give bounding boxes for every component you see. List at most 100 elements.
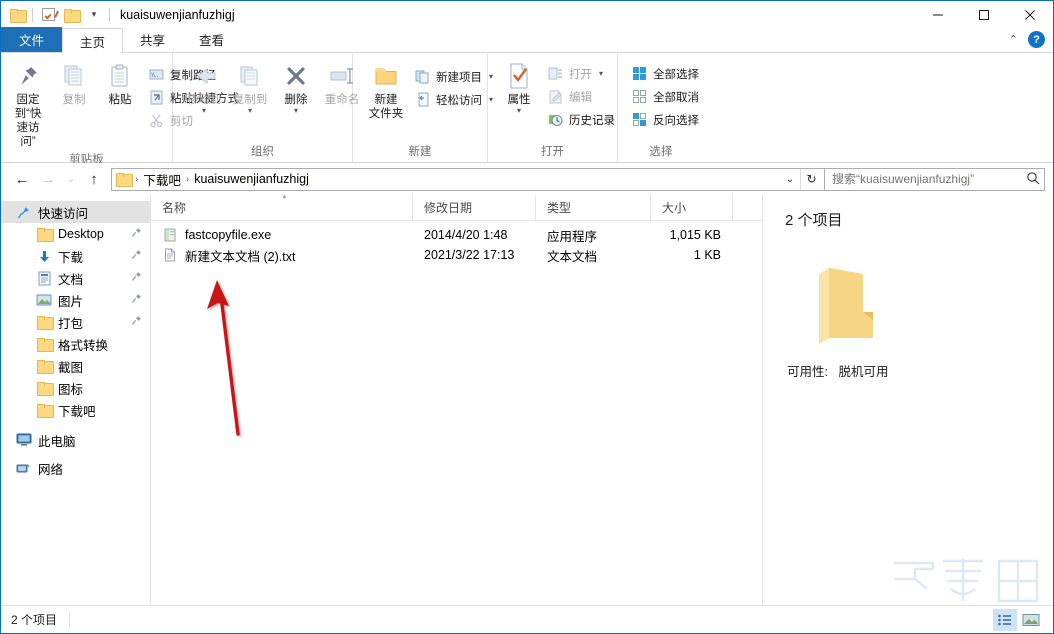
tab-share[interactable]: 共享 [123,27,182,52]
table-row[interactable]: fastcopyfile.exe 2014/4/20 1:48 应用程序 1,0… [151,225,762,245]
paste-button[interactable]: 粘贴 [97,57,143,109]
sidebar-item-geshizhuanhuan[interactable]: 格式转换 [1,333,150,355]
breadcrumb-folder-icon [116,173,133,187]
sidebar-item-downloads[interactable]: 下载 [1,245,150,267]
new-folder-button[interactable]: 新建 文件夹 [363,57,409,123]
pin-icon-2[interactable] [131,249,142,263]
ribbon-group-open: 属性 ▾ 打开 ▾ 编辑 历史记录 打开 [488,53,618,162]
history-label: 历史记录 [569,114,615,127]
sidebar-item-pictures[interactable]: 图片 [1,289,150,311]
properties-button[interactable]: 属性 ▾ [496,57,542,116]
sidebar-item-tubiao[interactable]: 图标 [1,377,150,399]
breadcrumb-item-1[interactable]: kuaisuwenjianfuzhigj [191,172,312,186]
large-icons-view-button[interactable] [1019,609,1043,631]
pin-icon-5[interactable] [131,315,142,329]
tab-view[interactable]: 查看 [182,27,241,52]
chevron-up-icon[interactable]: ⌃ [1009,33,1018,46]
history-button[interactable]: 历史记录 [542,109,620,130]
column-header-name[interactable]: 名称 [151,194,413,221]
file-name: fastcopyfile.exe [185,228,272,242]
copy-button[interactable]: 复制 [51,57,97,109]
copy-to-button[interactable]: 复制到 ▾ [227,57,273,116]
new-folder-icon[interactable] [61,4,81,26]
chevron-down-icon-6[interactable]: ▾ [517,107,521,115]
refresh-button[interactable]: ↻ [800,168,822,190]
chevron-down-icon-7[interactable]: ▾ [599,70,603,78]
address-dropdown-button[interactable]: ⌄ [780,169,800,190]
sidebar-item-desktop[interactable]: Desktop [1,223,150,245]
forward-button[interactable]: → [35,166,61,192]
tab-file[interactable]: 文件 [1,27,63,52]
file-list: 名称 修改日期 类型 大小 [151,194,763,605]
delete-button[interactable]: 删除 ▾ [273,57,319,116]
tabstrip-right-controls: ⌃ ? [1009,27,1053,52]
close-button[interactable] [1007,1,1053,28]
ribbon-group-label-organize: 组织 [251,146,274,158]
edit-icon [547,88,564,105]
details-view-button[interactable] [993,608,1017,631]
breadcrumb-item-0[interactable]: 下载吧 [140,170,184,189]
select-none-button[interactable]: 全部取消 [626,86,704,107]
sidebar-item-quick-access[interactable]: 快速访问 [1,201,150,223]
details-pane: 2 个项目 可用性: 脱机可用 [763,195,1053,605]
move-to-button[interactable]: 移动到 ▾ [181,57,227,116]
pin-icon-4[interactable] [131,293,142,307]
help-icon[interactable]: ? [1028,31,1045,48]
tab-home[interactable]: 主页 [62,28,124,53]
sidebar-item-dabao[interactable]: 打包 [1,311,150,333]
breadcrumb-separator-1[interactable]: › [184,174,191,185]
file-size: 1 KB [693,248,721,262]
chevron-down-icon-2[interactable]: ▾ [248,107,252,115]
folder-icon[interactable] [7,4,27,26]
table-row[interactable]: 新建文本文档 (2).txt 2021/3/22 17:13 文本文档 1 KB [151,245,762,265]
sidebar-label-pictures: 图片 [58,294,84,309]
edit-button[interactable]: 编辑 [542,86,620,107]
minimize-button[interactable] [915,1,961,28]
properties-icon [506,59,532,93]
file-explorer-window: ▾ kuaisuwenjianfuzhigj 文件 主页 共享 查看 ⌃ ? 固… [0,0,1054,634]
new-folder-icon [372,59,400,93]
new-folder-label-2: 文件夹 [368,108,404,120]
select-all-button[interactable]: 全部选择 [626,63,704,84]
easy-access-button[interactable]: 轻松访问 ▾ [409,89,498,110]
column-header-size[interactable]: 大小 [651,194,733,221]
file-rows: fastcopyfile.exe 2014/4/20 1:48 应用程序 1,0… [151,221,762,605]
move-to-icon [190,59,218,93]
chevron-down-icon[interactable]: ▾ [202,107,206,115]
pin-icon[interactable] [131,227,142,241]
column-header-date-modified[interactable]: 修改日期 [413,194,536,221]
back-button[interactable]: ← [9,166,35,192]
new-item-button[interactable]: 新建项目 ▾ [409,66,498,87]
file-date: 2021/3/22 17:13 [424,248,515,262]
delete-label: 删除 [284,94,308,106]
maximize-button[interactable] [961,1,1007,28]
breadcrumb-separator-0[interactable]: › [133,174,140,185]
select-all-label: 全部选择 [653,68,699,81]
sidebar-item-jietu[interactable]: 截图 [1,355,150,377]
recent-locations-button[interactable]: ⌄ [61,166,81,192]
sidebar-item-this-pc[interactable]: 此电脑 [1,429,150,451]
chevron-down-icon-3[interactable]: ▾ [294,107,298,115]
sidebar-item-documents[interactable]: 文档 [1,267,150,289]
invert-selection-button[interactable]: 反向选择 [626,109,704,130]
paste-label-1: 粘贴 [108,94,132,106]
paste-shortcut-icon [148,89,165,106]
column-header-type[interactable]: 类型 [536,194,651,221]
breadcrumb[interactable]: › 下载吧 › kuaisuwenjianfuzhigj ⌄ ↻ [111,167,825,191]
sidebar-item-network[interactable]: 网络 [1,457,150,479]
sidebar-item-xiazaiba[interactable]: 下载吧 [1,399,150,421]
main-content: 快速访问 Desktop 下载 文档 图片 打包 格式转换 截图 图标 下载吧 … [1,194,1053,605]
search-box[interactable] [825,167,1045,191]
search-input[interactable] [832,172,1026,186]
customize-quick-access-caret[interactable]: ▾ [84,4,104,26]
view-buttons [993,608,1043,631]
open-button[interactable]: 打开 ▾ [542,63,620,84]
ribbon-group-organize: 移动到 ▾ 复制到 ▾ 删除 ▾ 重命名 组织 [173,53,359,162]
ribbon-group-clipboard: 固定到“快 速访问” 复制 粘贴 \\.. 复制路径 粘贴快捷方式 剪切 剪贴板 [1,53,239,166]
select-none-label: 全部取消 [653,91,699,104]
properties-check-icon[interactable] [38,4,58,26]
pin-to-quick-access-button[interactable]: 固定到“快 速访问” [5,57,51,151]
pin-icon-3[interactable] [131,271,142,285]
up-button[interactable]: ↑ [81,166,107,192]
search-icon[interactable] [1026,171,1040,188]
